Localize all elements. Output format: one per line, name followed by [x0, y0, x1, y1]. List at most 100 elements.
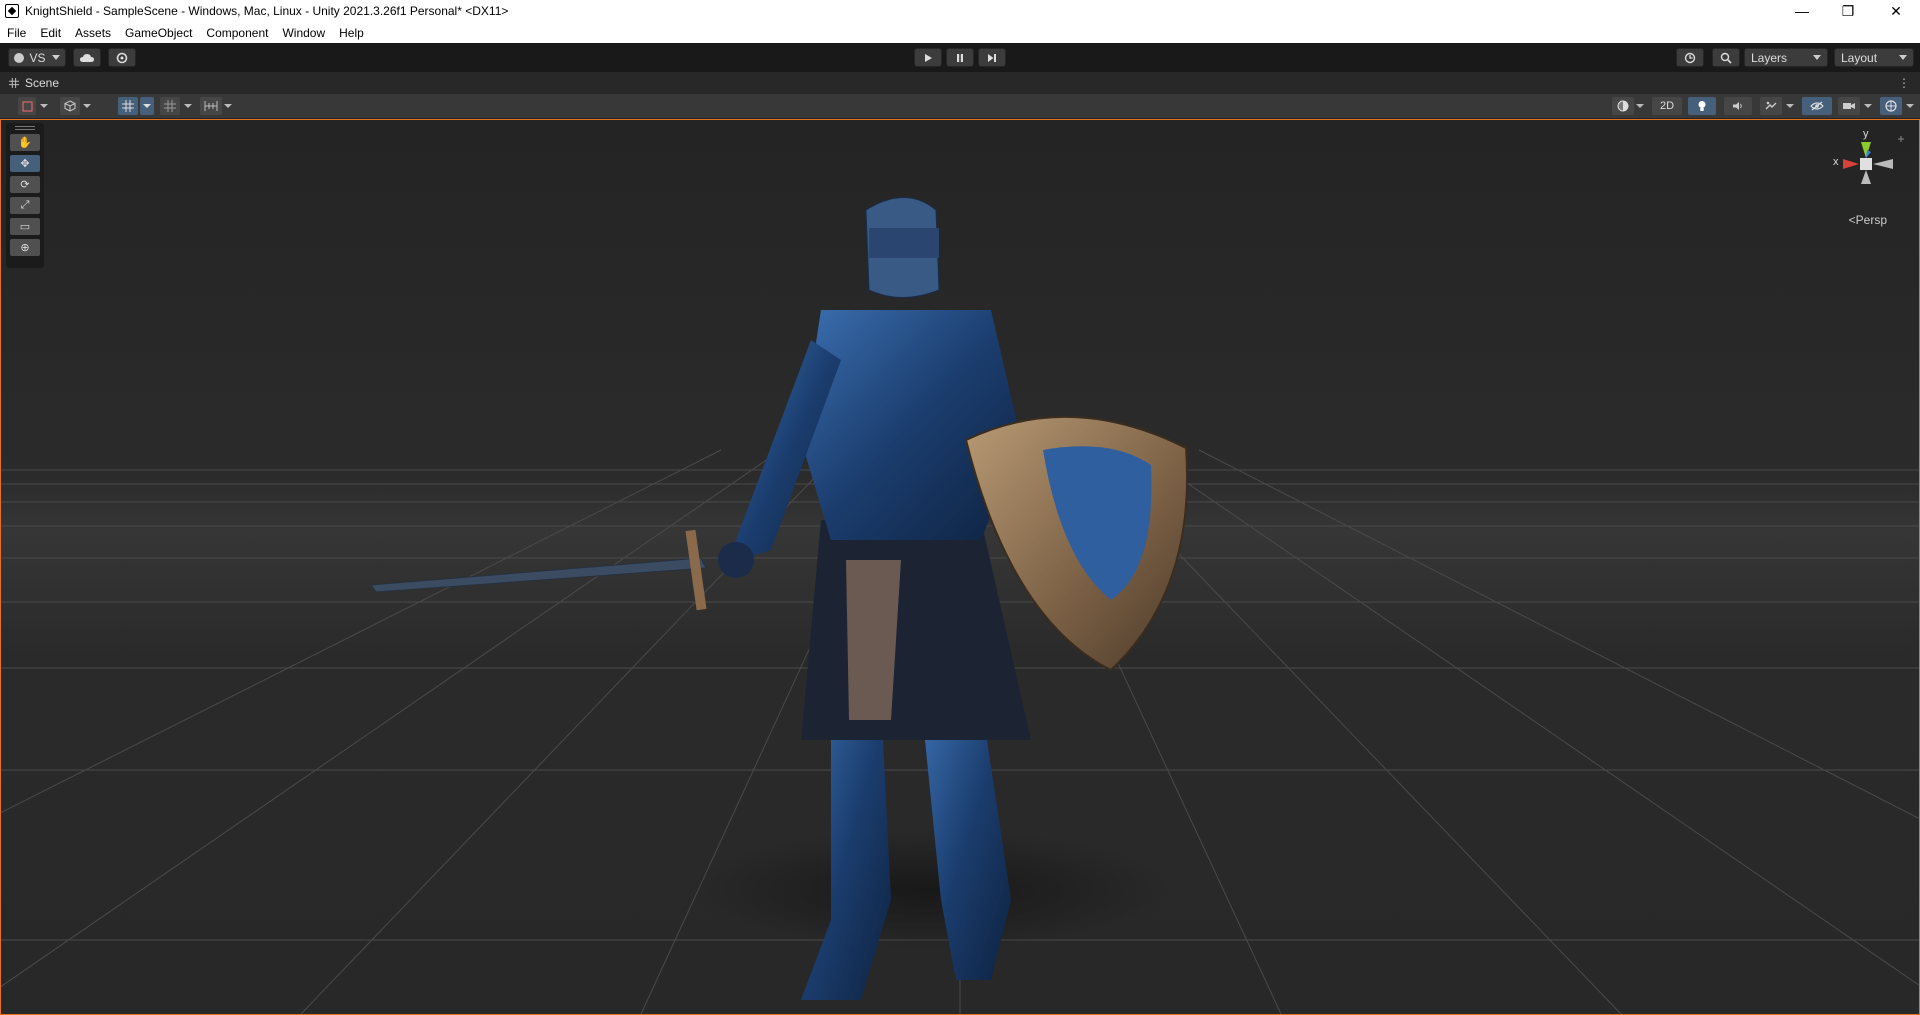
rotate-tool-button[interactable]: ⟳ — [10, 176, 40, 193]
draw-mode-button[interactable] — [18, 97, 36, 115]
search-icon — [1720, 52, 1732, 64]
services-button[interactable] — [108, 48, 136, 67]
effects-icon — [1765, 101, 1777, 110]
grid-snap-button[interactable] — [118, 97, 138, 115]
account-dropdown[interactable]: VS — [8, 48, 66, 67]
menu-bar: File Edit Assets GameObject Component Wi… — [0, 22, 1920, 43]
scale-icon: ⤢ — [20, 199, 30, 211]
account-icon — [14, 52, 25, 63]
gizmo-x-label: x — [1833, 156, 1839, 168]
2d-label: 2D — [1659, 100, 1675, 112]
projection-toggle[interactable]: <Persp — [1849, 213, 1887, 227]
scene-render — [1, 197, 1919, 1014]
hidden-eye-icon — [1810, 101, 1824, 111]
gizmo-y-label: y — [1863, 128, 1869, 140]
rect-tool-button[interactable]: ▭ — [10, 218, 40, 235]
grid-snap-caret[interactable] — [140, 97, 154, 115]
scene-visibility-button[interactable] — [1802, 97, 1832, 115]
gizmos-button[interactable] — [1880, 97, 1902, 115]
increment-snap-caret[interactable] — [224, 104, 232, 108]
minimize-button[interactable]: — — [1780, 0, 1824, 22]
projection-label: Persp — [1855, 213, 1887, 227]
orientation-gizmo[interactable]: y x — [1821, 128, 1911, 224]
menu-component[interactable]: Component — [199, 26, 275, 40]
grid-snap-icon — [122, 100, 134, 112]
camera-settings-button[interactable] — [1838, 97, 1860, 115]
hand-tool-button[interactable]: ✋ — [10, 134, 40, 151]
hand-icon: ✋ — [18, 137, 32, 149]
pause-icon — [957, 53, 963, 62]
draw-mode-icon — [21, 100, 33, 112]
layout-dropdown[interactable]: Layout — [1834, 48, 1914, 67]
character-shadow — [691, 830, 1171, 950]
undo-history-button[interactable] — [1676, 48, 1704, 67]
draw-mode-caret[interactable] — [40, 104, 48, 108]
scene-viewport[interactable]: ✋ ✥ ⟳ ⤢ ▭ ⊕ y x <Persp — [0, 119, 1920, 1015]
camera-icon — [1843, 103, 1855, 109]
step-button[interactable] — [978, 48, 1006, 67]
camera-caret[interactable] — [1864, 104, 1872, 108]
menu-assets[interactable]: Assets — [68, 26, 118, 40]
audio-icon — [1733, 102, 1742, 110]
render-mode-button[interactable] — [60, 97, 80, 115]
restore-button[interactable]: ❐ — [1826, 0, 1870, 22]
layers-label: Layers — [1751, 50, 1788, 65]
grid-icon — [164, 100, 176, 112]
2d-toggle-button[interactable]: 2D — [1652, 97, 1682, 115]
move-tool-button[interactable]: ✥ — [10, 155, 40, 172]
main-toolbar: VS Layers Layout — [0, 43, 1920, 72]
scene-toolbar: 2D — [0, 94, 1920, 119]
render-mode-caret[interactable] — [83, 104, 91, 108]
axis-gizmo-graphic — [1843, 136, 1904, 184]
scene-grid-icon — [9, 78, 19, 88]
play-icon — [925, 53, 932, 62]
services-gear-icon — [116, 52, 128, 63]
cube-icon — [64, 100, 76, 112]
tool-palette-handle[interactable] — [15, 126, 35, 130]
transform-icon: ⊕ — [20, 242, 30, 254]
tool-palette: ✋ ✥ ⟳ ⤢ ▭ ⊕ — [6, 123, 44, 268]
transform-tool-button[interactable]: ⊕ — [10, 239, 40, 256]
audio-toggle-button[interactable] — [1724, 97, 1752, 115]
lighting-toggle-button[interactable] — [1688, 97, 1716, 115]
cloud-icon — [80, 53, 94, 62]
effects-toggle-button[interactable] — [1760, 97, 1782, 115]
scene-tab-bar: Scene ⋮ — [0, 72, 1920, 94]
light-bulb-icon — [1698, 101, 1706, 111]
menu-window[interactable]: Window — [275, 26, 332, 40]
grid-caret[interactable] — [184, 104, 192, 108]
account-label: VS — [29, 50, 46, 65]
play-button[interactable] — [914, 48, 942, 67]
shading-mode-button[interactable] — [1612, 97, 1634, 115]
cloud-button[interactable] — [73, 48, 101, 67]
search-button[interactable] — [1712, 48, 1740, 67]
rect-icon: ▭ — [19, 221, 31, 233]
move-icon: ✥ — [20, 158, 30, 170]
effects-caret[interactable] — [1786, 104, 1794, 108]
scale-tool-button[interactable]: ⤢ — [10, 197, 40, 214]
window-title: KnightShield - SampleScene - Windows, Ma… — [25, 4, 509, 18]
window-title-bar: KnightShield - SampleScene - Windows, Ma… — [0, 0, 1920, 22]
layers-dropdown[interactable]: Layers — [1744, 48, 1828, 67]
tab-scene[interactable]: Scene — [0, 72, 59, 94]
increment-snap-button[interactable] — [200, 97, 222, 115]
layout-label: Layout — [1841, 50, 1878, 65]
unity-logo-icon — [5, 4, 19, 18]
undo-history-icon — [1684, 52, 1696, 63]
shading-mode-caret[interactable] — [1636, 104, 1644, 108]
pause-button[interactable] — [946, 48, 974, 67]
rotate-icon: ⟳ — [20, 179, 30, 191]
menu-gameobject[interactable]: GameObject — [118, 26, 199, 40]
gizmos-caret[interactable] — [1906, 104, 1914, 108]
step-icon — [988, 53, 996, 62]
tab-scene-label: Scene — [25, 76, 60, 90]
grid-visibility-button[interactable] — [160, 97, 180, 115]
menu-file[interactable]: File — [0, 26, 33, 40]
menu-help[interactable]: Help — [332, 26, 371, 40]
tab-options-icon[interactable]: ⋮ — [1898, 76, 1910, 90]
menu-edit[interactable]: Edit — [33, 26, 68, 40]
projection-icon: < — [1848, 213, 1856, 227]
shading-sphere-icon — [1617, 100, 1629, 112]
close-button[interactable]: ✕ — [1874, 0, 1918, 22]
gizmos-globe-icon — [1885, 100, 1897, 112]
